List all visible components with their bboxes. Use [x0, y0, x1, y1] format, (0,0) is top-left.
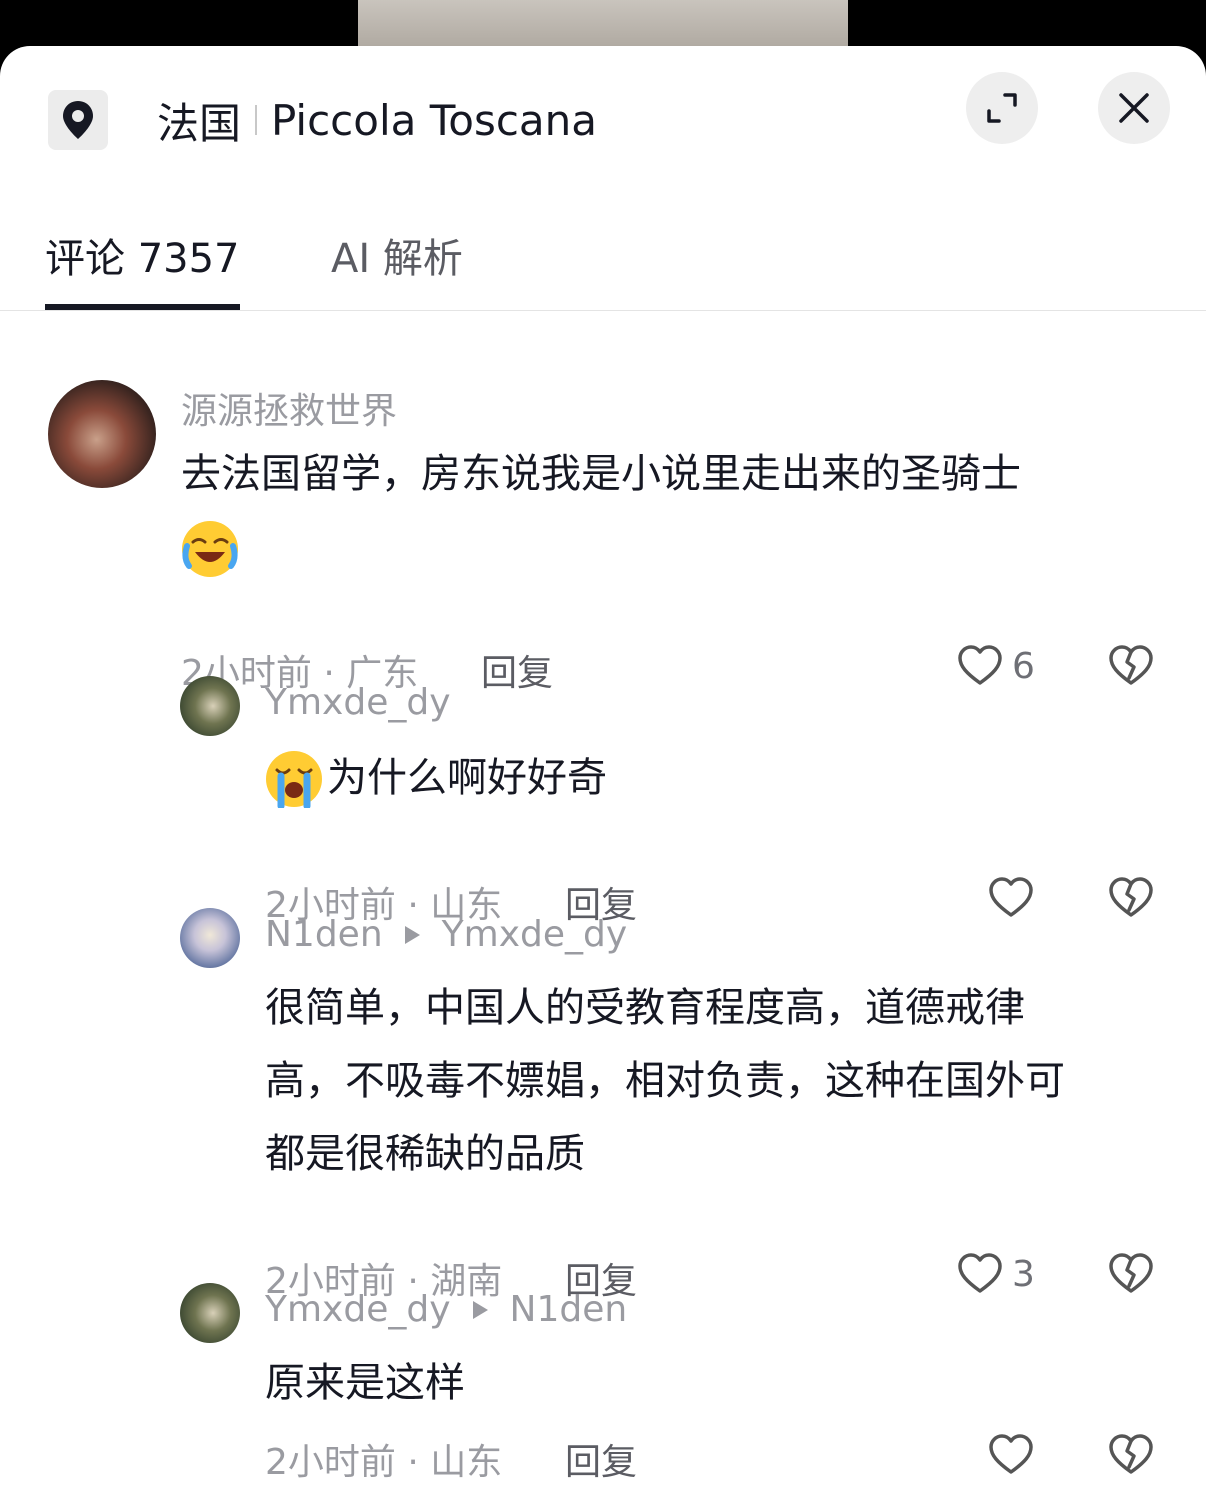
laughing-crying-emoji-icon: [181, 520, 239, 578]
comment-text-line: 原来是这样: [265, 1360, 465, 1406]
comment-text-line: 去法国留学，房东说我是小说里走出来的圣骑士: [181, 451, 1021, 497]
dislike-button[interactable]: [1107, 874, 1155, 926]
heart-icon: [989, 1434, 1033, 1474]
dislike-button[interactable]: [1107, 1250, 1155, 1302]
comment-username-with-reply: Ymxde_dy N1den: [265, 1289, 627, 1330]
expand-button[interactable]: [966, 72, 1038, 144]
heart-icon: [989, 877, 1033, 917]
comment-time-location: 2小时前 · 山东: [265, 1442, 503, 1483]
reply-to-username[interactable]: N1den: [510, 1289, 628, 1330]
dislike-button[interactable]: [1107, 1431, 1155, 1483]
like-button[interactable]: 3: [956, 1250, 1035, 1298]
comment-text: 去法国留学，房东说我是小说里走出来的圣骑士: [181, 438, 1161, 584]
comment-text: 原来是这样: [265, 1347, 1145, 1420]
heart-icon: [958, 1253, 1002, 1293]
crying-emoji-icon: [265, 750, 323, 809]
comment-text-line: 高，不吸毒不嫖娼，相对负责，这种在国外可: [265, 1058, 1065, 1104]
comment-username[interactable]: 源源拯救世界: [181, 382, 397, 434]
comment-text-line: 为什么啊好好奇: [327, 755, 607, 801]
comment-username[interactable]: Ymxde_dy: [265, 682, 451, 723]
broken-heart-icon: [1109, 645, 1153, 685]
avatar[interactable]: [48, 380, 156, 488]
location-place: Piccola Toscana: [271, 95, 598, 145]
reply-arrow-icon: [472, 1300, 488, 1319]
like-button[interactable]: 6: [956, 642, 1035, 690]
like-button[interactable]: [987, 1431, 1035, 1479]
reply-button[interactable]: 回复: [481, 644, 553, 696]
tab-comments[interactable]: 评论 7357: [45, 226, 240, 284]
comment-sheet: 法国 Piccola Toscana 评论 7357 AI 解析 源源拯救世界 …: [0, 46, 1206, 1485]
broken-heart-icon: [1109, 1434, 1153, 1474]
like-count: 3: [1012, 1253, 1035, 1295]
comment-text: 为什么啊好好奇: [265, 742, 1145, 815]
comment-username[interactable]: Ymxde_dy: [265, 1289, 451, 1330]
comment-text-line: 很简单，中国人的受教育程度高，道德戒律: [265, 985, 1025, 1031]
expand-icon: [987, 93, 1017, 123]
reply-to-username[interactable]: Ymxde_dy: [442, 914, 628, 955]
active-tab-indicator: [45, 304, 240, 310]
tab-ai-analysis[interactable]: AI 解析: [331, 226, 463, 284]
close-icon: [1119, 93, 1149, 123]
comment-text-line: 都是很稀缺的品质: [265, 1131, 585, 1177]
location-pin-icon[interactable]: [48, 90, 108, 150]
comment-text: 很简单，中国人的受教育程度高，道德戒律 高，不吸毒不嫖娼，相对负责，这种在国外可…: [265, 972, 1165, 1191]
broken-heart-icon: [1109, 1253, 1153, 1293]
like-button[interactable]: [987, 874, 1035, 922]
broken-heart-icon: [1109, 877, 1153, 917]
avatar[interactable]: [180, 908, 240, 968]
avatar[interactable]: [180, 1283, 240, 1343]
location-country: 法国: [157, 98, 242, 148]
title-divider: [255, 105, 258, 135]
comment-username-with-reply: N1den Ymxde_dy: [265, 914, 627, 955]
dislike-button[interactable]: [1107, 642, 1155, 694]
reply-arrow-icon: [404, 925, 420, 944]
like-count: 6: [1012, 645, 1035, 687]
close-button[interactable]: [1098, 72, 1170, 144]
comment-username[interactable]: N1den: [265, 914, 383, 955]
location-title[interactable]: 法国 Piccola Toscana: [157, 90, 597, 150]
comment-emoji-line: [181, 511, 1161, 584]
reply-button[interactable]: 回复: [565, 1433, 637, 1485]
avatar[interactable]: [180, 676, 240, 736]
heart-icon: [958, 645, 1002, 685]
tab-bar: 评论 7357 AI 解析: [0, 206, 1206, 311]
